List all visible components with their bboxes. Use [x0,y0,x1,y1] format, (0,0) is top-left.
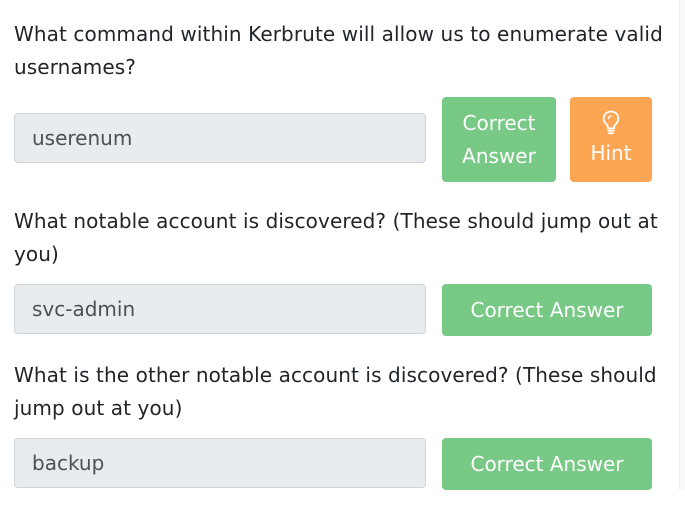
question-2-text: What notable account is discovered? (The… [14,209,658,266]
question-1-answer-field[interactable] [14,113,426,163]
question-1-correct-answer-label: Correct Answer [462,110,536,168]
question-1-hint-button[interactable]: Hint [570,97,652,182]
lightbulb-icon [602,110,620,135]
question-2-correct-answer-button[interactable]: Correct Answer [442,284,652,336]
question-2-answer-field[interactable] [14,284,426,334]
question-3-answer-field[interactable] [14,438,426,488]
question-3-correct-answer-button[interactable]: Correct Answer [442,438,652,490]
question-1-text: What command within Kerbrute will allow … [14,22,663,79]
question-3-text: What is the other notable account is dis… [14,363,657,420]
question-1-correct-answer-button[interactable]: Correct Answer [442,97,556,182]
scrollbar-track[interactable] [679,0,685,490]
task-questions-panel: What command within Kerbrute will allow … [0,0,685,505]
question-1-hint-label: Hint [590,141,632,165]
